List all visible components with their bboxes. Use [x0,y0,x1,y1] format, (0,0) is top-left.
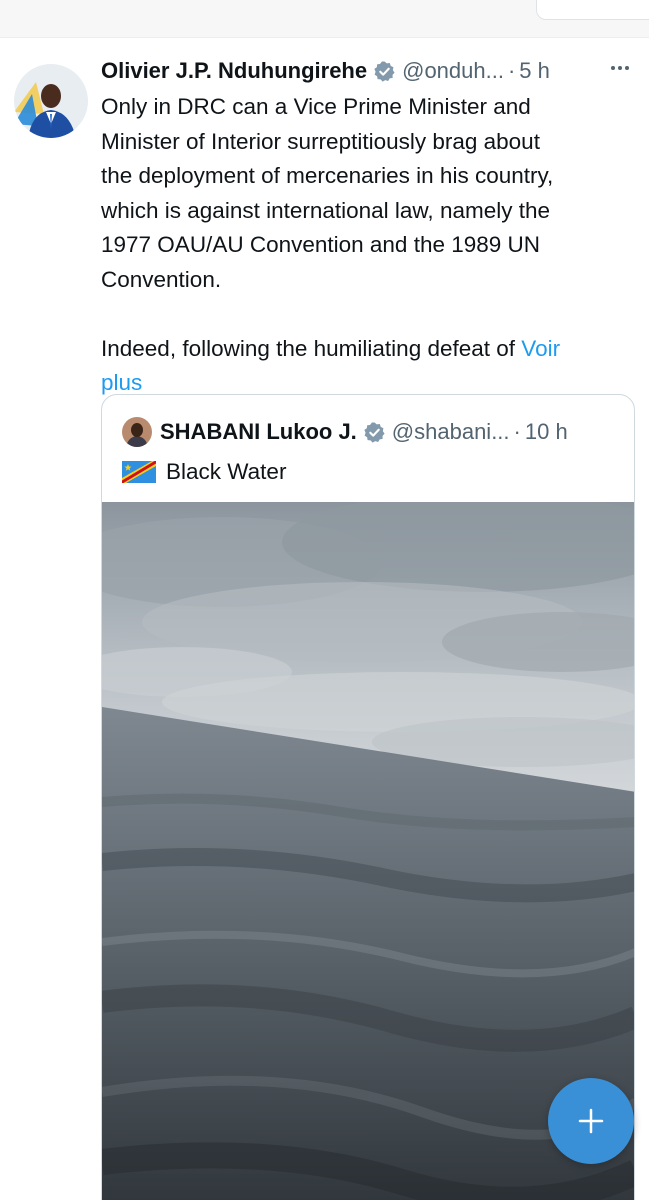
quoted-post-time[interactable]: 10 h [525,419,568,445]
tweet-text-line: 1977 OAU/AU Convention and the 1989 UN [101,232,541,257]
quoted-tweet-card[interactable]: SHABANI Lukoo J. @shabani... · 10 h Blac… [101,394,635,1200]
verified-badge-icon [373,60,396,83]
author-name[interactable]: Olivier J.P. Nduhungirehe [101,58,367,84]
quoted-author-avatar[interactable] [122,417,152,447]
drc-flag-icon [122,461,156,483]
quoted-author-handle[interactable]: @shabani... [392,419,510,445]
more-options-icon[interactable] [605,56,635,80]
tweet-header: Olivier J.P. Nduhungirehe @onduh... · 5 … [101,54,641,88]
post-time[interactable]: 5 h [519,58,550,84]
compose-fab-button[interactable] [548,1078,634,1164]
separator-dot: · [513,419,521,444]
tweet-text-line: Convention. [101,266,222,292]
tweet-text-line: Minister of Interior surreptitiously bra… [101,128,540,154]
quoted-author-name[interactable]: SHABANI Lukoo J. [160,419,357,445]
show-more-link-continued[interactable]: plus [101,370,142,395]
tweet-text-line: Indeed, following the humiliating defeat… [101,335,561,361]
author-avatar[interactable] [14,64,88,138]
tweet-text-line: Only in DRC can a Vice Prime Minister an… [101,94,531,119]
separator-dot: · [507,58,516,83]
previous-post-card-edge[interactable] [536,0,649,20]
tweet-text-line: the deployment of mercenaries in his cou… [101,163,554,188]
tweet-text-line: which is against international law, name… [101,197,551,223]
quoted-tweet-text: Black Water [122,455,286,489]
author-handle[interactable]: @onduh... [402,58,504,84]
verified-badge-icon [363,421,386,444]
quoted-tweet-header: SHABANI Lukoo J. @shabani... · 10 h [122,415,568,449]
tweet-text: Only in DRC can a Vice Prime Minister an… [101,90,633,401]
plus-icon [578,1108,604,1134]
quoted-tweet-body: Black Water [166,459,287,484]
show-more-link[interactable]: Voir [521,336,560,361]
